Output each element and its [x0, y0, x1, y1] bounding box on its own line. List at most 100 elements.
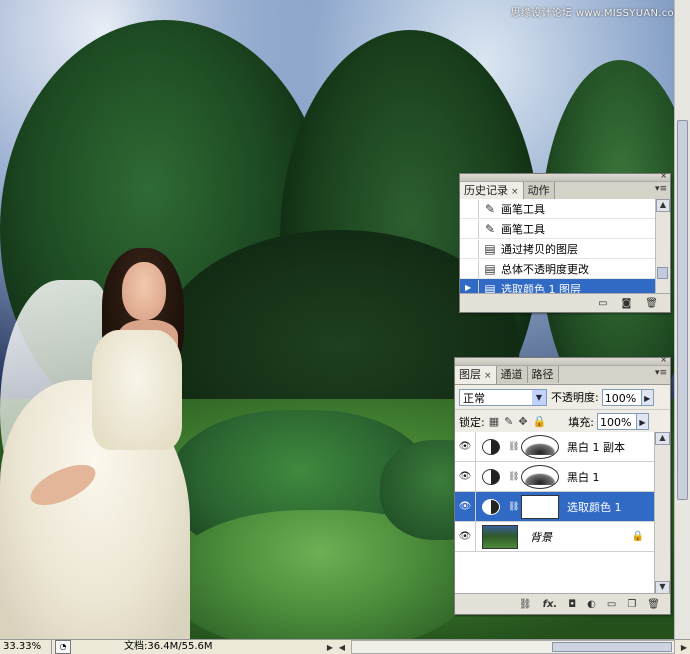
- bride-face: [122, 262, 166, 320]
- tab-close-icon[interactable]: ×: [511, 187, 519, 197]
- lock-icon: 🔒: [631, 531, 644, 542]
- layer-mask-thumbnail[interactable]: [521, 494, 559, 519]
- layer-row[interactable]: 👁 ⛓ 黑白 1: [455, 462, 656, 492]
- chain-link-icon[interactable]: ⛓: [508, 442, 519, 452]
- blend-mode-select[interactable]: 正常 ▼: [459, 388, 547, 406]
- layer-mask-thumbnail[interactable]: [521, 464, 559, 489]
- history-footer: ▭ ◙ 🗑: [460, 293, 670, 312]
- tab-history[interactable]: 历史记录 ×: [460, 182, 524, 200]
- tab-close-icon[interactable]: ×: [484, 371, 492, 381]
- history-source-checkbox[interactable]: [460, 199, 479, 218]
- panel-menu-icon[interactable]: ▾≡: [655, 368, 667, 378]
- history-item-label: 画笔工具: [501, 222, 545, 236]
- visibility-eye-icon[interactable]: 👁: [455, 432, 476, 461]
- panel-close-icon[interactable]: ×: [660, 171, 667, 180]
- tab-layers-label: 图层: [459, 368, 481, 381]
- opacity-input[interactable]: 100%: [601, 388, 642, 406]
- fill-slider-arrow-icon[interactable]: ▶: [636, 413, 649, 430]
- zoom-level[interactable]: 33.33%: [0, 640, 52, 654]
- link-icon[interactable]: ⛓: [519, 599, 532, 610]
- fill-input[interactable]: 100%: [596, 413, 637, 430]
- panel-close-icon[interactable]: ×: [660, 355, 667, 364]
- adjustment-layer-icon: [482, 498, 500, 515]
- layer-mask-thumbnail[interactable]: [521, 434, 559, 459]
- layers-scrollbar[interactable]: ▲ ▼: [654, 432, 670, 594]
- lock-label: 锁定:: [459, 415, 485, 429]
- history-list: ✎ 画笔工具 ✎ 画笔工具 ▤ 通过拷贝的图层 ▤ 总体不透明度更改 ▤ 选取颜…: [460, 199, 656, 299]
- history-scroll-thumb[interactable]: [657, 267, 668, 279]
- layer-name: 背景: [530, 530, 552, 544]
- camera-snapshot-icon[interactable]: ◙: [622, 298, 632, 309]
- layer-name: 黑白 1: [567, 470, 600, 484]
- history-scrollbar[interactable]: ▲: [655, 199, 670, 295]
- panel-menu-icon[interactable]: ▾≡: [655, 184, 667, 194]
- lock-image-icon[interactable]: ✎: [504, 415, 513, 428]
- history-item[interactable]: ✎ 画笔工具: [460, 219, 656, 239]
- history-source-checkbox[interactable]: [460, 219, 479, 238]
- layer-row[interactable]: 👁 ⛓ 黑白 1 副本: [455, 432, 656, 462]
- bride-bodice: [92, 330, 182, 450]
- lock-icons: ▦ ✎ ✥ 🔒: [489, 415, 547, 428]
- lock-transparency-icon[interactable]: ▦: [489, 415, 499, 428]
- document-info: 文档:36.4M/55.6M: [124, 641, 213, 652]
- visibility-eye-icon[interactable]: 👁: [455, 492, 476, 521]
- history-item[interactable]: ▤ 总体不透明度更改: [460, 259, 656, 279]
- history-item[interactable]: ✎ 画笔工具: [460, 199, 656, 219]
- tab-layers[interactable]: 图层 ×: [455, 366, 497, 384]
- layer-name: 选取颜色 1: [567, 500, 622, 514]
- horizontal-scrollbar[interactable]: [351, 640, 675, 654]
- mask-icon[interactable]: ◘: [568, 599, 576, 610]
- new-document-icon[interactable]: ▭: [598, 298, 607, 309]
- new-layer-icon[interactable]: ❐: [627, 599, 636, 610]
- lock-all-icon[interactable]: 🔒: [533, 415, 547, 428]
- adjustment-layer-icon: [482, 468, 500, 485]
- history-item-label: 总体不透明度更改: [501, 262, 589, 276]
- chain-link-icon[interactable]: ⛓: [508, 472, 519, 482]
- history-item[interactable]: ▤ 通过拷贝的图层: [460, 239, 656, 259]
- history-panel-titlebar[interactable]: ×: [460, 171, 670, 182]
- status-bar: 33.33% ◔ 文档:36.4M/55.6M ▶ ◀ ▶: [0, 639, 690, 654]
- adjustment-layer-icon[interactable]: ◐: [587, 599, 596, 610]
- opacity-slider-arrow-icon[interactable]: ▶: [641, 388, 654, 406]
- tab-history-label: 历史记录: [464, 184, 508, 197]
- tab-actions-label: 动作: [527, 184, 550, 197]
- layers-panel: × 图层 × 通道 路径 ▾≡ 正常 ▼ 不透明度: 100% ▶ 锁定: ▦ ✎…: [454, 355, 671, 615]
- layer-list: 👁 ⛓ 黑白 1 副本 👁 ⛓ 黑白 1 👁 ⛓ 选取颜色 1 👁 背景 🔒: [455, 432, 656, 594]
- layer-name: 黑白 1 副本: [567, 440, 625, 454]
- status-info-icon[interactable]: ◔: [55, 640, 71, 654]
- lock-position-icon[interactable]: ✥: [518, 415, 527, 428]
- trash-icon[interactable]: 🗑: [647, 599, 660, 610]
- layers-panel-titlebar[interactable]: ×: [455, 355, 670, 366]
- scroll-right-arrow-icon[interactable]: ▶: [678, 643, 690, 652]
- status-menu-arrow-icon[interactable]: ▶: [324, 643, 336, 652]
- scroll-up-arrow-icon[interactable]: ▲: [655, 432, 670, 445]
- chain-link-icon[interactable]: ⛓: [508, 502, 519, 512]
- tab-paths[interactable]: 路径: [527, 366, 559, 383]
- vertical-scrollbar[interactable]: [674, 0, 690, 639]
- brush-icon: ✎: [484, 201, 496, 216]
- adjustment-layer-icon: [482, 438, 500, 455]
- vertical-scroll-thumb[interactable]: [677, 120, 688, 500]
- blend-row: 正常 ▼ 不透明度: 100% ▶: [455, 385, 670, 410]
- tab-actions[interactable]: 动作: [523, 182, 555, 199]
- history-item-label: 画笔工具: [501, 202, 545, 216]
- opacity-label: 不透明度:: [551, 391, 599, 404]
- history-source-checkbox[interactable]: [460, 259, 479, 278]
- history-source-checkbox[interactable]: [460, 239, 479, 258]
- layer-thumbnail[interactable]: [482, 524, 518, 549]
- layer-row-background[interactable]: 👁 背景 🔒: [455, 522, 656, 552]
- history-state-icon: ▤: [484, 261, 496, 276]
- fx-icon[interactable]: fx.: [543, 599, 558, 610]
- folder-icon[interactable]: ▭: [607, 599, 616, 610]
- visibility-eye-icon[interactable]: 👁: [455, 522, 476, 551]
- tab-channels[interactable]: 通道: [496, 366, 528, 383]
- tab-paths-label: 路径: [531, 368, 554, 381]
- chevron-down-icon[interactable]: ▼: [532, 389, 546, 405]
- scroll-left-arrow-icon[interactable]: ◀: [336, 643, 348, 652]
- horizontal-scroll-thumb[interactable]: [552, 642, 672, 652]
- layer-row-selected[interactable]: 👁 ⛓ 选取颜色 1: [455, 492, 656, 522]
- trash-icon[interactable]: 🗑: [645, 298, 658, 309]
- visibility-eye-icon[interactable]: 👁: [455, 462, 476, 491]
- fill-label: 填充:: [568, 415, 594, 429]
- scroll-up-arrow-icon[interactable]: ▲: [656, 199, 670, 212]
